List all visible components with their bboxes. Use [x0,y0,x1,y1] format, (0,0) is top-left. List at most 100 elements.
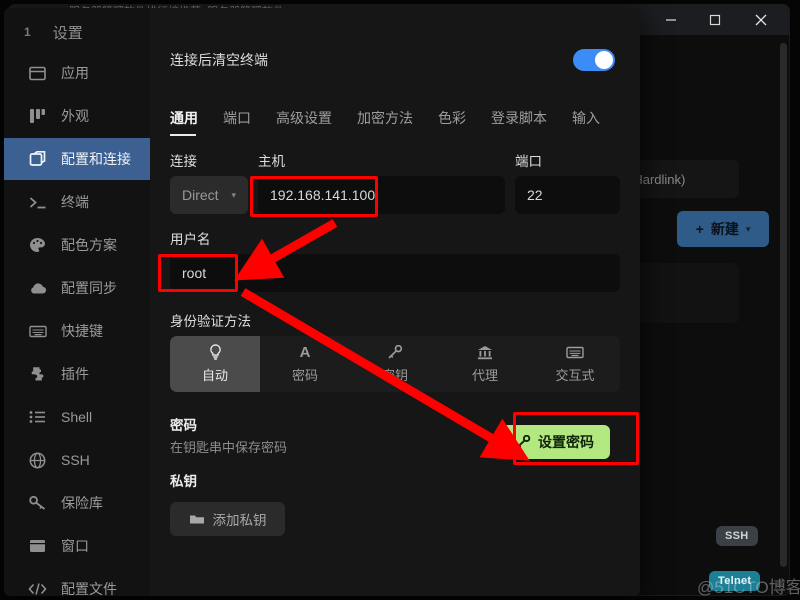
username-input[interactable]: root [170,254,620,292]
auth-option-label: 自动 [201,368,228,383]
auth-method-label: 身份验证方法 [170,314,251,329]
sidebar-item-label: SSH [61,452,90,468]
sidebar-item-label: 插件 [61,366,89,382]
auth-option-auto[interactable]: 自动 [170,336,260,392]
sidebar-item-app[interactable]: 应用 [4,52,150,94]
bulb-icon [209,344,222,360]
username-field-group: 用户名 root [170,228,620,292]
tab-advanced[interactable]: 高级设置 [276,108,332,136]
sidebar-header: 1 设置 [4,12,150,52]
connection-fields-row: 连接 Direct ▾ 主机 192.168.141.100 端口 22 [170,150,620,214]
sidebar-item-window[interactable]: 窗口 [4,525,150,567]
sidebar-item-label: 应用 [61,65,89,81]
sidebar-item-plugins[interactable]: 插件 [4,353,150,395]
tab-encryption[interactable]: 加密方法 [357,108,413,136]
watermark: @51CTO博客 [697,578,800,597]
sidebar-item-appearance[interactable]: 外观 [4,95,150,137]
tab-login-scripts[interactable]: 登录脚本 [491,108,547,136]
sidebar-item-vault[interactable]: 保险库 [4,482,150,524]
settings-content: 连接后清空终端 通用 端口 高级设置 加密方法 色彩 登录脚本 输入 连接 Di… [150,8,640,596]
auth-option-label: 密钥 [381,368,408,383]
host-input[interactable]: 192.168.141.100 [258,176,505,214]
sidebar-header-number: 1 [24,25,31,39]
palette-icon [28,236,47,255]
sidebar-item-config-files[interactable]: 配置文件 [4,568,150,596]
sidebar-item-label: 配置和连接 [61,151,131,167]
appearance-icon [28,107,47,126]
key-icon [387,344,403,360]
connection-select[interactable]: Direct ▾ [170,176,248,214]
tab-input[interactable]: 输入 [572,108,600,136]
sidebar-item-ssh[interactable]: SSH [4,439,150,481]
auth-option-interactive[interactable]: 交互式 [530,336,620,392]
new-connection-button[interactable]: + 新建 ▾ [677,211,769,247]
username-label: 用户名 [170,232,211,247]
set-password-button[interactable]: 设置密码 [499,425,610,459]
chevron-down-icon: ▾ [745,223,751,234]
set-password-label: 设置密码 [538,434,594,450]
port-value: 22 [527,187,543,203]
keyboard-icon [28,322,47,341]
key-icon [28,494,47,513]
sidebar-item-config-sync[interactable]: 配置同步 [4,267,150,309]
sidebar-item-profiles-and-connections[interactable]: 配置和连接 [4,138,150,180]
add-private-key-label: 添加私钥 [212,513,267,528]
clear-terminal-toggle[interactable] [573,49,615,71]
cloud-icon [28,279,47,298]
sidebar-item-terminal[interactable]: 终端 [4,181,150,223]
tab-general[interactable]: 通用 [170,108,198,136]
plus-icon: + [695,221,704,237]
maximize-icon[interactable] [693,5,737,35]
close-icon[interactable] [739,5,783,35]
sidebar-item-label: 配置同步 [61,280,117,296]
connection-label: 连接 [170,154,197,169]
clear-terminal-label: 连接后清空终端 [170,52,268,68]
sidebar-item-label: 快捷键 [61,323,103,339]
sidebar-item-label: 外观 [61,108,89,124]
port-field-group: 端口 22 [515,150,620,214]
code-icon [28,580,47,597]
globe-icon [28,451,47,470]
port-input[interactable]: 22 [515,176,620,214]
sidebar-item-shell[interactable]: Shell [4,396,150,438]
chevron-down-icon: ▾ [231,189,236,200]
window-icon [28,537,47,556]
auth-option-label: 密码 [291,368,318,383]
tab-colors[interactable]: 色彩 [438,108,466,136]
screen: 服务器管理软件排行榜推荐_服务器管理软件 (Hardlink) + 新建 ▾ S… [0,0,800,600]
minimize-icon[interactable] [649,5,693,35]
app-icon [28,64,47,83]
add-private-key-button[interactable]: 添加私钥 [170,502,285,536]
auth-option-key[interactable]: 密钥 [350,336,440,392]
settings-sidebar: 1 设置 应用 外观 配置和连接 终端 配色方案 配置同步 快捷键 插件 She… [4,8,150,596]
sidebar-item-hotkeys[interactable]: 快捷键 [4,310,150,352]
sidebar-item-color-schemes[interactable]: 配色方案 [4,224,150,266]
sidebar-item-label: 终端 [61,194,89,210]
auth-option-password[interactable]: A 密码 [260,336,350,392]
letter-a-icon: A [299,343,311,361]
port-label: 端口 [515,154,542,169]
puzzle-icon [28,365,47,384]
terminal-icon [28,193,47,212]
new-button-label: 新建 [710,221,739,237]
sidebar-item-label: 窗口 [61,538,89,554]
settings-window: 1 设置 应用 外观 配置和连接 终端 配色方案 配置同步 快捷键 插件 She… [4,8,640,596]
tab-ports[interactable]: 端口 [223,108,251,136]
auth-option-agent[interactable]: 代理 [440,336,530,392]
key-icon [515,435,531,449]
background-scrollbar[interactable] [780,43,787,567]
username-value: root [182,265,207,281]
status-badge-ssh: SSH [716,526,758,546]
host-value: 192.168.141.100 [270,187,376,203]
bank-icon [477,344,493,360]
settings-tab-bar: 通用 端口 高级设置 加密方法 色彩 登录脚本 输入 [170,108,620,136]
connection-value: Direct [182,187,219,203]
sidebar-item-label: 配色方案 [61,237,117,253]
settings-footer: 保存 取消 [296,562,640,596]
sidebar-item-label: Shell [61,409,93,425]
folder-icon [189,513,205,526]
profiles-icon [28,150,47,169]
list-icon [28,408,47,427]
auth-option-label: 代理 [471,368,498,383]
connection-field-group: 连接 Direct ▾ [170,150,248,214]
